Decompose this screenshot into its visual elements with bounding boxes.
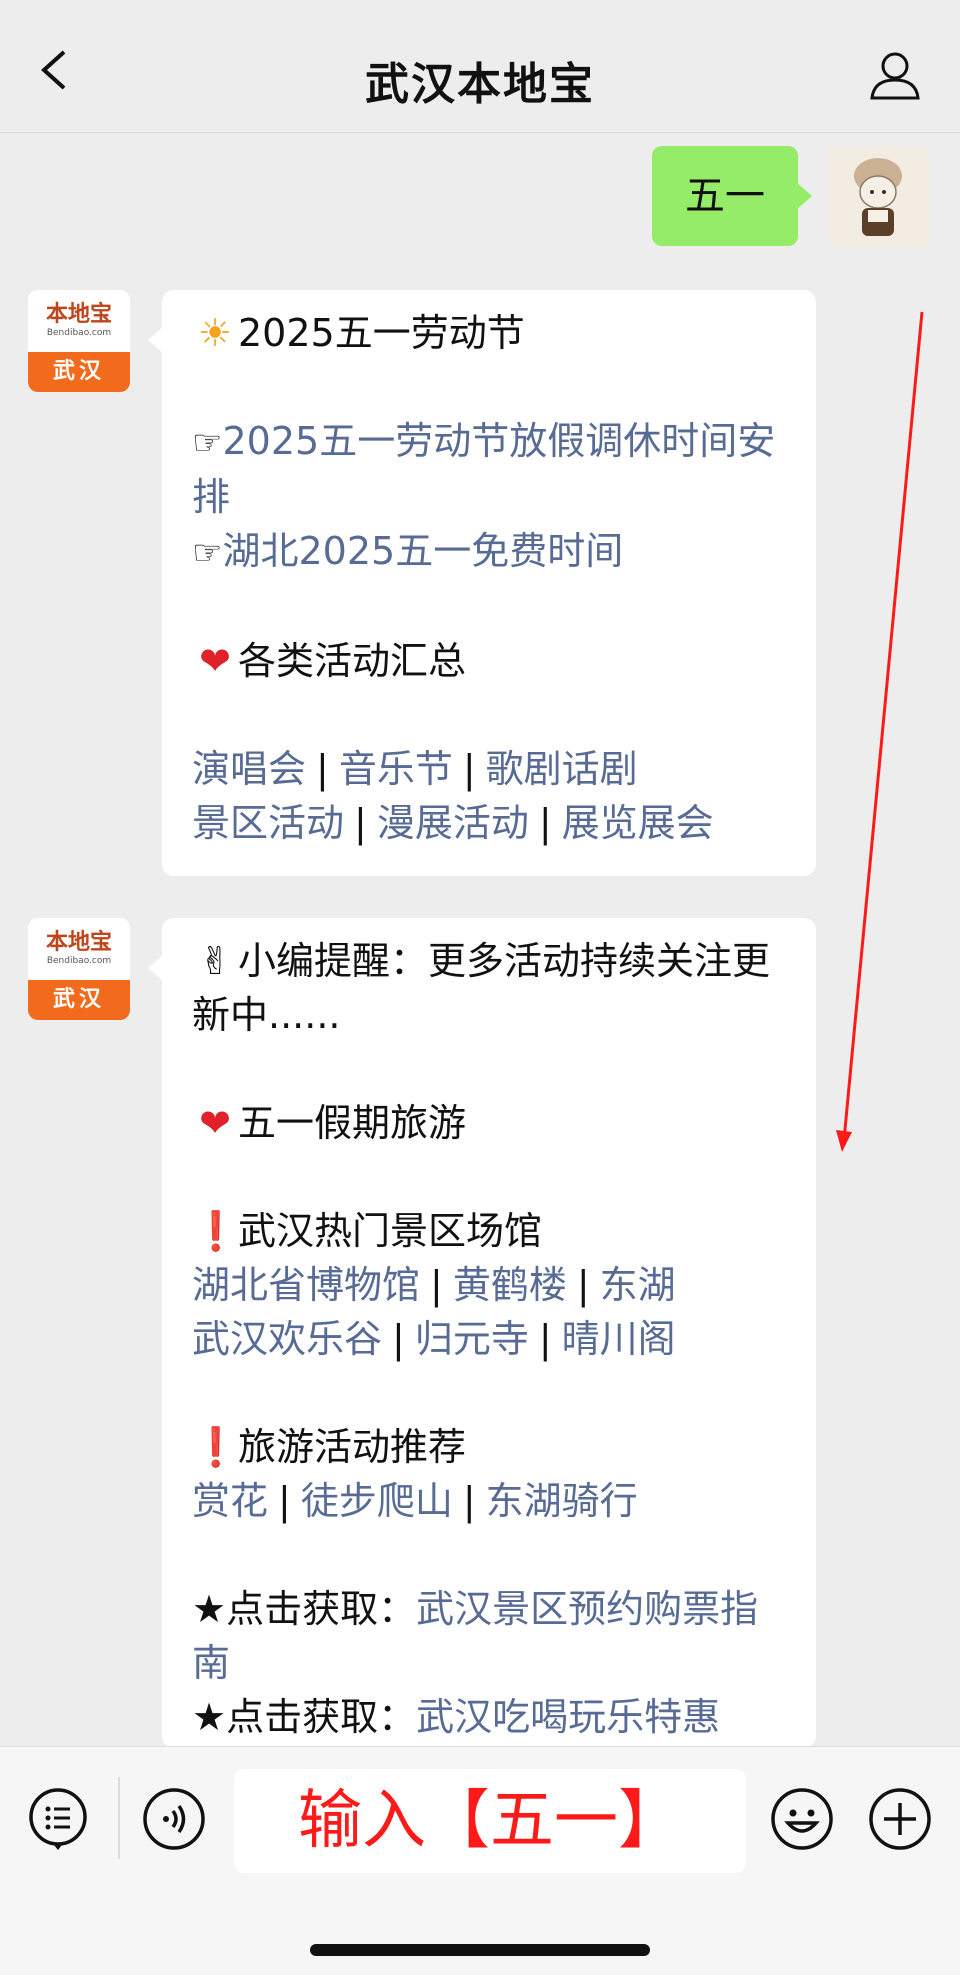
- deals-link[interactable]: 武汉吃喝玩乐特惠: [416, 1695, 720, 1739]
- activity-link[interactable]: 徒步爬山: [301, 1479, 453, 1523]
- bot-logo-sub: Bendibao.com: [46, 956, 112, 966]
- chat-header: 武汉本地宝: [0, 0, 960, 133]
- bot-logo-top: 本地宝 Bendibao.com: [28, 918, 130, 980]
- victory-hand-icon: ✌: [199, 939, 231, 983]
- activity-link[interactable]: 演唱会: [192, 747, 306, 791]
- attraction-link[interactable]: 黄鹤楼: [453, 1263, 567, 1307]
- separator: |: [430, 1263, 443, 1307]
- bot-logo-city: 武汉: [28, 980, 130, 1020]
- separator: |: [538, 801, 552, 845]
- section-heading: 各类活动汇总: [238, 639, 467, 683]
- activity-link[interactable]: 景区活动: [192, 801, 344, 845]
- bot-logo-text: 本地宝: [45, 301, 112, 327]
- input-bar: 输入【五一】: [0, 1746, 960, 1975]
- reminder-text: 小编提醒：更多活动持续关注更新中......: [192, 939, 771, 1037]
- sub-heading: 旅游活动推荐: [238, 1425, 467, 1469]
- bot-avatar[interactable]: 本地宝 Bendibao.com 武汉: [28, 290, 130, 392]
- separator: |: [576, 1263, 590, 1307]
- menu-list-icon[interactable]: [28, 1787, 92, 1851]
- bot-message-2: ✌ 小编提醒：更多活动持续关注更新中...... ❤ 五一假期旅游 ❗武汉热门景区场…: [148, 918, 816, 1748]
- activity-link[interactable]: 东湖骑行: [486, 1479, 638, 1523]
- message-title: 2025五一劳动节: [238, 311, 525, 355]
- voice-icon[interactable]: [142, 1787, 206, 1851]
- activity-link[interactable]: 漫展活动: [377, 801, 529, 845]
- pointing-hand-icon: ☞: [192, 533, 223, 573]
- separator: |: [462, 747, 476, 791]
- profile-icon[interactable]: [868, 48, 922, 102]
- sub-heading: 武汉热门景区场馆: [238, 1209, 543, 1253]
- exclamation-icon: ❗: [192, 1425, 240, 1469]
- cta-label: ★点击获取：: [192, 1587, 417, 1631]
- outgoing-message[interactable]: 五一: [652, 146, 812, 246]
- divider: [118, 1777, 120, 1859]
- bot-logo-top: 本地宝 Bendibao.com: [28, 290, 130, 352]
- bot-logo-city: 武汉: [28, 352, 130, 392]
- activity-link[interactable]: 歌剧话剧: [486, 747, 638, 791]
- separator: |: [316, 747, 329, 791]
- attraction-link[interactable]: 东湖: [600, 1263, 676, 1307]
- separator: |: [538, 1317, 552, 1361]
- heart-icon: ❤: [199, 639, 231, 683]
- user-avatar[interactable]: [828, 146, 930, 248]
- free-time-link[interactable]: 湖北2025五一免费时间: [222, 529, 623, 573]
- pointing-hand-icon: ☞: [192, 423, 223, 463]
- section-heading: 五一假期旅游: [238, 1101, 467, 1145]
- activity-link[interactable]: 音乐节: [339, 747, 453, 791]
- emoji-icon[interactable]: [770, 1787, 834, 1851]
- bot-logo-sub: Bendibao.com: [46, 328, 112, 338]
- attraction-link[interactable]: 归元寺: [415, 1317, 529, 1361]
- cta-label: ★点击获取：: [192, 1695, 417, 1739]
- activity-link[interactable]: 展览展会: [562, 801, 714, 845]
- plus-icon[interactable]: [868, 1787, 932, 1851]
- bot-message-1: ☀ 2025五一劳动节 ☞2025五一劳动节放假调休时间安排 ☞湖北2025五一免…: [148, 290, 816, 876]
- heart-icon: ❤: [199, 1101, 231, 1145]
- separator: |: [278, 1479, 291, 1523]
- chat-title: 武汉本地宝: [365, 59, 595, 110]
- user-avatar-image: [828, 146, 930, 248]
- separator: |: [354, 801, 367, 845]
- bot-avatar[interactable]: 本地宝 Bendibao.com 武汉: [28, 918, 130, 1020]
- separator: |: [392, 1317, 405, 1361]
- activity-link[interactable]: 赏花: [192, 1479, 268, 1523]
- home-indicator[interactable]: [310, 1944, 650, 1956]
- separator: |: [462, 1479, 476, 1523]
- bot-logo-text: 本地宝: [45, 929, 112, 955]
- message-input[interactable]: 输入【五一】: [234, 1769, 746, 1873]
- attraction-link[interactable]: 武汉欢乐谷: [192, 1317, 382, 1361]
- holiday-schedule-link[interactable]: 2025五一劳动节放假调休时间安排: [192, 419, 775, 519]
- sun-icon: ☀: [197, 311, 233, 355]
- attraction-link[interactable]: 晴川阁: [562, 1317, 676, 1361]
- exclamation-icon: ❗: [192, 1209, 240, 1253]
- attraction-link[interactable]: 湖北省博物馆: [192, 1263, 420, 1307]
